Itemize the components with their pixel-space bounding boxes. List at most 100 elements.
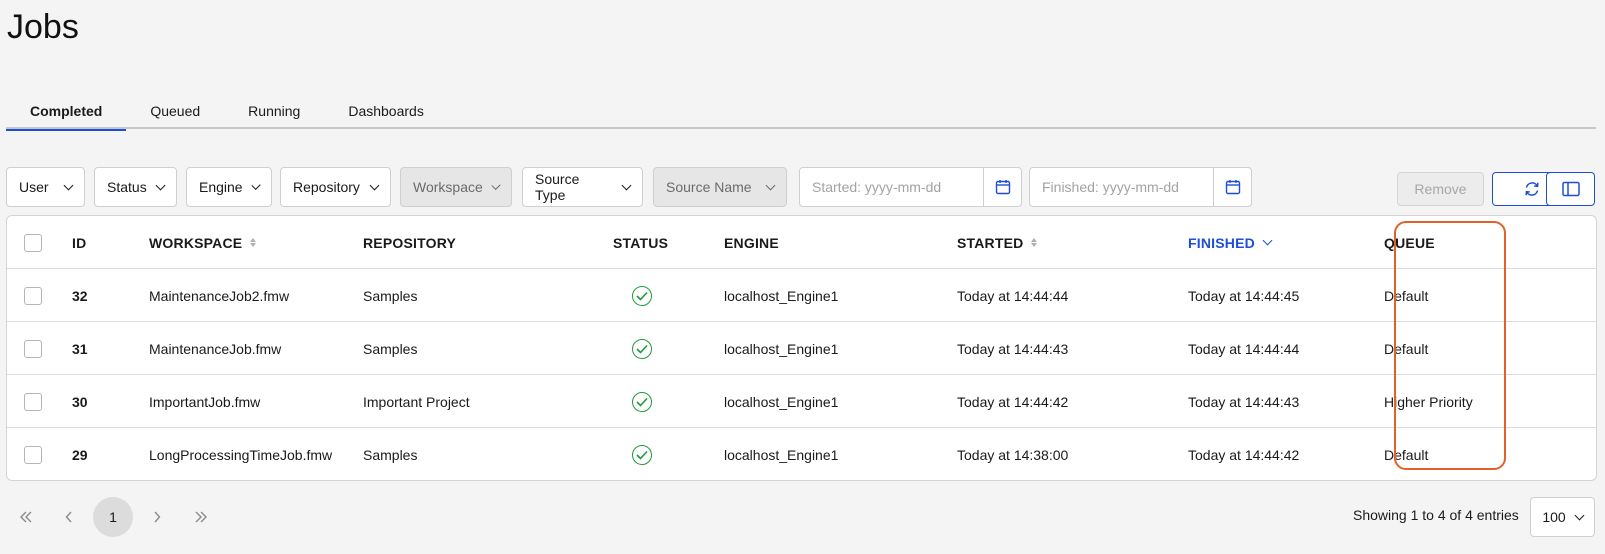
- table-row[interactable]: 29 LongProcessingTimeJob.fmw Samples loc…: [7, 427, 1596, 480]
- engine-filter[interactable]: Engine: [186, 167, 272, 207]
- double-chevron-left-icon: [20, 511, 32, 523]
- last-page-button[interactable]: [181, 497, 221, 537]
- job-engine: localhost_Engine1: [724, 340, 839, 357]
- page-size-select[interactable]: 100: [1530, 497, 1595, 537]
- chevron-down-icon: [155, 180, 166, 190]
- double-chevron-right-icon: [195, 511, 207, 523]
- job-started: Today at 14:44:42: [957, 393, 1069, 410]
- first-page-button[interactable]: [6, 497, 46, 537]
- sort-icon: [250, 238, 257, 247]
- sort-icon: [1031, 238, 1038, 247]
- page-number-button[interactable]: 1: [93, 497, 133, 537]
- columns-icon: [1561, 181, 1580, 197]
- job-id: 29: [72, 446, 88, 463]
- tab-queued[interactable]: Queued: [126, 92, 224, 129]
- calendar-icon: [995, 180, 1010, 195]
- chevron-down-icon: [369, 180, 380, 190]
- workspace-filter[interactable]: Workspace: [400, 167, 512, 207]
- job-started: Today at 14:44:44: [957, 287, 1069, 304]
- job-finished: Today at 14:44:42: [1188, 446, 1300, 463]
- job-engine: localhost_Engine1: [724, 446, 839, 463]
- table-header-row: ID WORKSPACE REPOSITORY STATUS ENGINE ST…: [7, 216, 1596, 269]
- remove-button[interactable]: Remove: [1397, 172, 1484, 206]
- chevron-down-icon: [621, 180, 632, 190]
- source-name-filter-label: Source Name: [666, 179, 752, 195]
- job-finished: Today at 14:44:43: [1188, 393, 1300, 410]
- chevron-down-icon: [491, 180, 501, 190]
- user-filter[interactable]: User: [6, 167, 85, 207]
- finished-date-input[interactable]: [1030, 168, 1213, 206]
- header-queue[interactable]: QUEUE: [1384, 216, 1435, 269]
- job-id: 31: [72, 340, 88, 357]
- page-size-value: 100: [1542, 509, 1566, 525]
- job-id: 32: [72, 287, 88, 304]
- job-queue: Default: [1384, 340, 1429, 357]
- source-name-filter[interactable]: Source Name: [653, 167, 787, 207]
- chevron-down-icon: [765, 180, 776, 190]
- job-finished: Today at 14:44:44: [1188, 340, 1300, 357]
- job-status: [632, 375, 652, 428]
- repository-filter[interactable]: Repository: [280, 167, 391, 207]
- header-repository[interactable]: REPOSITORY: [363, 216, 456, 269]
- header-id[interactable]: ID: [72, 216, 86, 269]
- job-queue: Default: [1384, 287, 1429, 304]
- job-status: [632, 428, 652, 480]
- started-date-input[interactable]: [800, 168, 983, 206]
- job-finished: Today at 14:44:45: [1188, 287, 1300, 304]
- tab-dashboards[interactable]: Dashboards: [324, 92, 448, 129]
- status-filter[interactable]: Status: [94, 167, 177, 207]
- job-workspace: ImportantJob.fmw: [149, 393, 261, 410]
- columns-button[interactable]: [1546, 172, 1595, 206]
- success-check-icon: [632, 285, 652, 306]
- job-workspace: MaintenanceJob.fmw: [149, 340, 282, 357]
- filter-bar: User Status Engine Repository Workspace …: [6, 167, 1598, 207]
- repository-filter-label: Repository: [293, 179, 360, 195]
- header-status[interactable]: STATUS: [613, 216, 668, 269]
- workspace-filter-label: Workspace: [413, 179, 483, 195]
- select-all-checkbox-cell[interactable]: [24, 216, 42, 269]
- tab-bar: Completed Queued Running Dashboards: [6, 92, 1596, 131]
- chevron-down-icon: [63, 180, 74, 190]
- job-engine: localhost_Engine1: [724, 393, 839, 410]
- engine-filter-label: Engine: [199, 179, 243, 195]
- select-all-checkbox[interactable]: [24, 233, 42, 252]
- header-started[interactable]: STARTED: [957, 216, 1038, 269]
- tab-running[interactable]: Running: [224, 92, 324, 129]
- success-check-icon: [632, 444, 652, 465]
- user-filter-label: User: [19, 179, 49, 195]
- source-type-filter[interactable]: Source Type: [522, 167, 643, 207]
- job-status: [632, 322, 652, 375]
- header-started-label: STARTED: [957, 234, 1024, 251]
- row-checkbox[interactable]: [24, 445, 42, 464]
- job-repository: Samples: [363, 446, 418, 463]
- entries-summary: Showing 1 to 4 of 4 entries: [1353, 507, 1519, 523]
- finished-calendar-button[interactable]: [1213, 168, 1251, 206]
- job-repository: Samples: [363, 287, 418, 304]
- job-repository: Samples: [363, 340, 418, 357]
- success-check-icon: [632, 338, 652, 359]
- header-finished[interactable]: FINISHED: [1188, 216, 1273, 269]
- next-page-button[interactable]: [137, 497, 177, 537]
- finished-date-field: [1029, 167, 1252, 207]
- table-row[interactable]: 30 ImportantJob.fmw Important Project lo…: [7, 374, 1596, 427]
- chevron-left-icon: [65, 511, 72, 523]
- chevron-right-icon: [154, 511, 161, 523]
- previous-page-button[interactable]: [49, 497, 89, 537]
- job-status: [632, 269, 652, 322]
- calendar-icon: [1225, 180, 1240, 195]
- job-workspace: MaintenanceJob2.fmw: [149, 287, 290, 304]
- table-row[interactable]: 31 MaintenanceJob.fmw Samples localhost_…: [7, 321, 1596, 374]
- tab-completed[interactable]: Completed: [6, 92, 127, 131]
- job-started: Today at 14:38:00: [957, 446, 1069, 463]
- job-engine: localhost_Engine1: [724, 287, 839, 304]
- header-engine[interactable]: ENGINE: [724, 216, 779, 269]
- table-row[interactable]: 32 MaintenanceJob2.fmw Samples localhost…: [7, 268, 1596, 321]
- header-workspace[interactable]: WORKSPACE: [149, 216, 257, 269]
- row-checkbox[interactable]: [24, 286, 42, 305]
- row-checkbox[interactable]: [24, 392, 42, 411]
- row-checkbox[interactable]: [24, 339, 42, 358]
- job-workspace: LongProcessingTimeJob.fmw: [149, 446, 333, 463]
- sort-descending-icon: [1262, 235, 1273, 246]
- started-calendar-button[interactable]: [983, 168, 1021, 206]
- success-check-icon: [632, 391, 652, 412]
